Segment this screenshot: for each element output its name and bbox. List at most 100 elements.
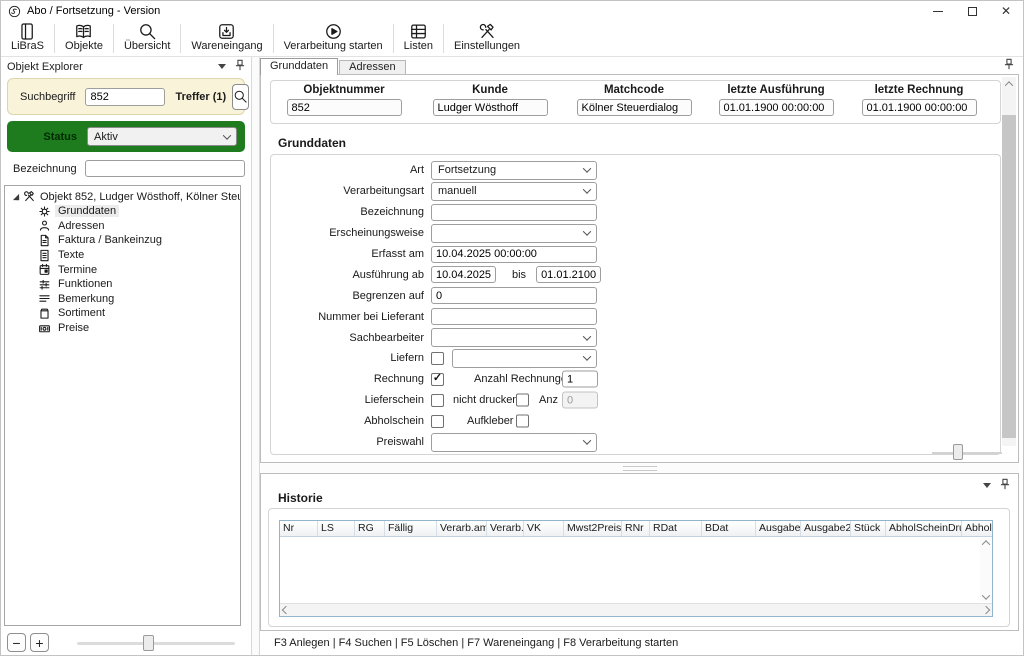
scroll-right-arrow[interactable] [982, 606, 990, 614]
tree-item-bemerkung[interactable]: Bemerkung [5, 292, 240, 307]
erscheinungsweise-select[interactable] [431, 224, 597, 243]
minimize-button[interactable] [921, 1, 955, 21]
column-header[interactable]: Fällig [385, 521, 437, 536]
detail-vertical-scrollbar[interactable] [1002, 77, 1016, 446]
column-header[interactable]: Mwst2Preis [564, 521, 622, 536]
nummer-bei-lieferant-input[interactable] [431, 308, 597, 325]
column-header[interactable]: AbholScheinDru [886, 521, 962, 536]
tree-expander-icon[interactable] [13, 193, 19, 199]
lieferschein-checkbox[interactable] [431, 394, 444, 407]
anz-input[interactable] [562, 392, 598, 409]
letzte-ausfuehrung-value[interactable] [719, 99, 834, 116]
panel-collapse-icon[interactable] [983, 483, 991, 488]
tree-item-label: Preise [55, 322, 92, 334]
zoom-in-button[interactable]: + [30, 633, 49, 652]
art-select[interactable]: Fortsetzung [431, 161, 597, 180]
tree-item-label: Texte [55, 249, 87, 261]
column-header[interactable]: Stück [851, 521, 886, 536]
toolbar-button-einstellungen[interactable]: Einstellungen [444, 21, 530, 56]
rechnung-checkbox[interactable] [431, 373, 444, 386]
toolbar-label: Listen [404, 40, 433, 52]
column-header[interactable]: Ausgabe2 [801, 521, 851, 536]
tools-icon [23, 190, 36, 203]
toolbar-button-listen[interactable]: Listen [394, 21, 443, 56]
column-header[interactable]: Verarb. [487, 521, 524, 536]
list-grid-icon [409, 22, 428, 41]
tree-item-sortiment[interactable]: Sortiment [5, 306, 240, 321]
column-header[interactable]: AbholSchein [962, 521, 992, 536]
search-input[interactable] [85, 88, 165, 106]
scroll-up-arrow[interactable] [982, 540, 990, 548]
tree-item-adressen[interactable]: Adressen [5, 219, 240, 234]
column-header[interactable]: VK [524, 521, 564, 536]
pin-icon[interactable] [1004, 58, 1014, 73]
horizontal-splitter[interactable] [260, 463, 1019, 473]
zoom-out-button[interactable]: − [7, 633, 26, 652]
liefern-checkbox[interactable] [431, 352, 444, 365]
liefern-select[interactable] [452, 349, 597, 368]
toolbar-button-verarbeitung-starten[interactable]: Verarbeitung starten [274, 21, 393, 56]
status-box: Status Aktiv [7, 121, 245, 152]
kunde-value[interactable] [433, 99, 548, 116]
scroll-up-arrow[interactable] [1002, 77, 1016, 91]
ausfuehrung-ab-input[interactable] [431, 266, 496, 283]
toolbar-button-uebersicht[interactable]: Übersicht [114, 21, 180, 56]
column-header[interactable]: RDat [650, 521, 702, 536]
detail-zoom-slider[interactable] [932, 444, 1002, 461]
matchcode-value[interactable] [577, 99, 692, 116]
aufkleber-checkbox[interactable] [516, 415, 529, 428]
column-header[interactable]: RG [355, 521, 385, 536]
tree-item-grunddaten[interactable]: Grunddaten [5, 204, 240, 219]
tree-root-node[interactable]: Objekt 852, Ludger Wösthoff, Kölner Steu… [5, 189, 240, 204]
pin-icon[interactable] [235, 59, 245, 74]
pin-icon[interactable] [1000, 478, 1010, 493]
column-header[interactable]: BDat [702, 521, 756, 536]
verarbeitungsart-select[interactable]: manuell [431, 182, 597, 201]
nicht-drucken-checkbox[interactable] [516, 394, 529, 407]
historie-vertical-scrollbar[interactable] [980, 538, 992, 602]
scrollbar-thumb[interactable] [1002, 115, 1016, 438]
vertical-splitter[interactable] [251, 57, 260, 655]
zoom-slider-thumb[interactable] [143, 635, 154, 651]
status-select[interactable]: Aktiv [87, 127, 237, 146]
tab-grunddaten[interactable]: Grunddaten [260, 58, 338, 75]
historie-horizontal-scrollbar[interactable] [280, 603, 992, 616]
scroll-down-arrow[interactable] [982, 591, 990, 599]
panel-collapse-icon[interactable] [218, 64, 226, 69]
bezeichnung-filter-input[interactable] [85, 160, 245, 177]
search-button[interactable] [232, 84, 249, 110]
column-header[interactable]: Nr [280, 521, 318, 536]
erfasst-am-input[interactable] [431, 246, 597, 263]
zoom-slider[interactable] [77, 634, 235, 652]
slider-thumb[interactable] [953, 444, 963, 460]
tree-item-faktura[interactable]: Faktura / Bankeinzug [5, 233, 240, 248]
objektnummer-value[interactable] [287, 99, 402, 116]
begrenzen-auf-input[interactable] [431, 287, 597, 304]
statusbar: F3 Anlegen | F4 Suchen | F5 Löschen | F7… [260, 631, 1019, 655]
maximize-button[interactable] [955, 1, 989, 21]
letzte-rechnung-value[interactable] [862, 99, 977, 116]
tab-adressen[interactable]: Adressen [339, 60, 405, 74]
splitter-grip [623, 466, 657, 471]
abholschein-checkbox[interactable] [431, 415, 444, 428]
nicht-drucken-label: nicht drucken [453, 394, 518, 406]
anzahl-rechnungen-input[interactable] [562, 371, 598, 388]
ausfuehrung-bis-input[interactable] [536, 266, 601, 283]
column-header[interactable]: RNr [622, 521, 650, 536]
column-header[interactable]: Ausgabe [756, 521, 801, 536]
tree-item-termine[interactable]: Termine [5, 262, 240, 277]
tree-item-preise[interactable]: Preise [5, 321, 240, 336]
tree-item-texte[interactable]: Texte [5, 248, 240, 263]
preiswahl-select[interactable] [431, 433, 597, 452]
close-button[interactable]: ✕ [989, 1, 1023, 21]
toolbar-button-libras[interactable]: LiBraS [1, 21, 54, 56]
column-header[interactable]: Verarb.am [437, 521, 487, 536]
toolbar-button-wareneingang[interactable]: Wareneingang [181, 21, 272, 56]
bezeichnung-input[interactable] [431, 204, 597, 221]
historie-table: Nr LS RG Fällig Verarb.am Verarb. VK Mws… [279, 520, 993, 617]
column-header[interactable]: LS [318, 521, 355, 536]
toolbar-button-objekte[interactable]: Objekte [55, 21, 113, 56]
tree-item-funktionen[interactable]: Funktionen [5, 277, 240, 292]
sachbearbeiter-select[interactable] [431, 328, 597, 347]
scroll-left-arrow[interactable] [282, 606, 290, 614]
